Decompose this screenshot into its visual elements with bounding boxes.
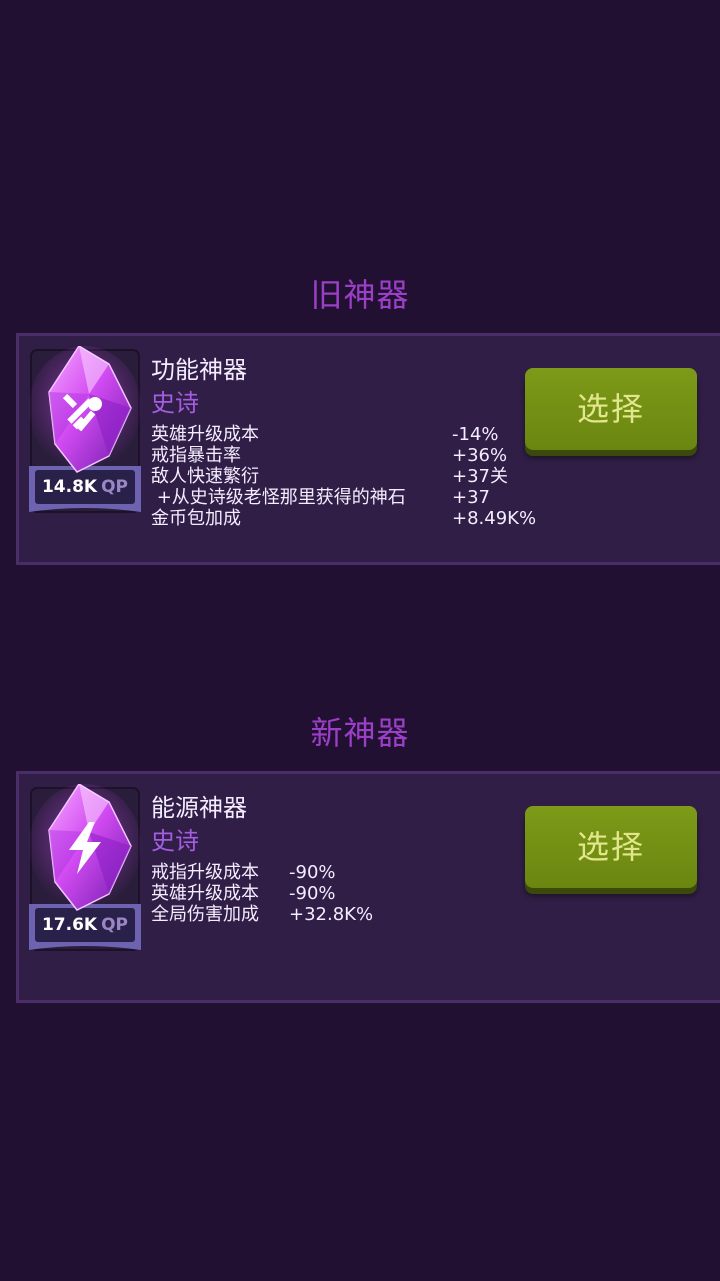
artifact-rarity: 史诗 <box>151 389 199 417</box>
stat-row: 英雄升级成本 -14% <box>151 424 499 445</box>
artifact-name: 功能神器 <box>151 356 247 384</box>
stat-row: +从史诗级老怪那里获得的神石 +37 <box>151 487 490 508</box>
stat-label: 英雄升级成本 <box>151 424 259 445</box>
qp-value: 14.8K <box>41 477 98 497</box>
stat-value: -90% <box>289 862 336 883</box>
lightning-icon <box>69 822 101 874</box>
stat-value: +32.8K% <box>289 904 374 925</box>
select-new-artifact-button[interactable]: 选择 <box>525 806 697 888</box>
new-artifact-title: 新神器 <box>310 714 410 752</box>
tools-icon <box>62 393 102 432</box>
stat-row: 英雄升级成本 -90% <box>151 883 336 904</box>
stat-row: 戒指升级成本 -90% <box>151 862 336 883</box>
stat-value: -90% <box>289 883 336 904</box>
stat-value: +36% <box>452 445 508 466</box>
stat-value: +37关 <box>452 466 508 487</box>
qp-badge: 17.6K QP <box>29 910 141 940</box>
stat-row: 敌人快速繁衍 +37关 <box>151 466 508 487</box>
new-artifact-card: 17.6K QP 能源神器 史诗 戒指升级成本 -90% 英雄升级成本 -90% … <box>16 771 720 1003</box>
stat-label: 英雄升级成本 <box>151 883 259 904</box>
old-artifact-gem: 14.8K QP <box>29 346 141 518</box>
qp-unit: QP <box>101 477 129 497</box>
stat-label: 敌人快速繁衍 <box>151 466 259 487</box>
old-artifact-card: 14.8K QP 功能神器 史诗 英雄升级成本 -14% 戒指暴击率 +36% 敌… <box>16 333 720 565</box>
stat-value: +8.49K% <box>452 508 537 529</box>
stat-label: 金币包加成 <box>151 508 241 529</box>
select-old-artifact-button[interactable]: 选择 <box>525 368 697 450</box>
qp-value: 17.6K <box>41 915 98 935</box>
stat-label: 全局伤害加成 <box>151 904 259 925</box>
stat-label: +从史诗级老怪那里获得的神石 <box>151 487 406 508</box>
stat-label: 戒指升级成本 <box>151 862 259 883</box>
artifact-stats: 戒指升级成本 -90% 英雄升级成本 -90% 全局伤害加成 +32.8K% <box>151 862 373 925</box>
qp-unit: QP <box>101 915 129 935</box>
artifact-rarity: 史诗 <box>151 827 199 855</box>
stat-value: -14% <box>452 424 499 445</box>
stat-label: 戒指暴击率 <box>151 445 241 466</box>
artifact-name: 能源神器 <box>151 794 247 822</box>
new-artifact-gem: 17.6K QP <box>29 784 141 956</box>
stat-row: 全局伤害加成 +32.8K% <box>151 904 373 925</box>
qp-badge: 14.8K QP <box>29 472 141 502</box>
stat-row: 戒指暴击率 +36% <box>151 445 507 466</box>
stat-row: 金币包加成 +8.49K% <box>151 508 536 529</box>
stat-value: +37 <box>452 487 490 508</box>
old-artifact-title: 旧神器 <box>310 276 410 314</box>
artifact-stats: 英雄升级成本 -14% 戒指暴击率 +36% 敌人快速繁衍 +37关 +从史诗级… <box>151 424 536 529</box>
